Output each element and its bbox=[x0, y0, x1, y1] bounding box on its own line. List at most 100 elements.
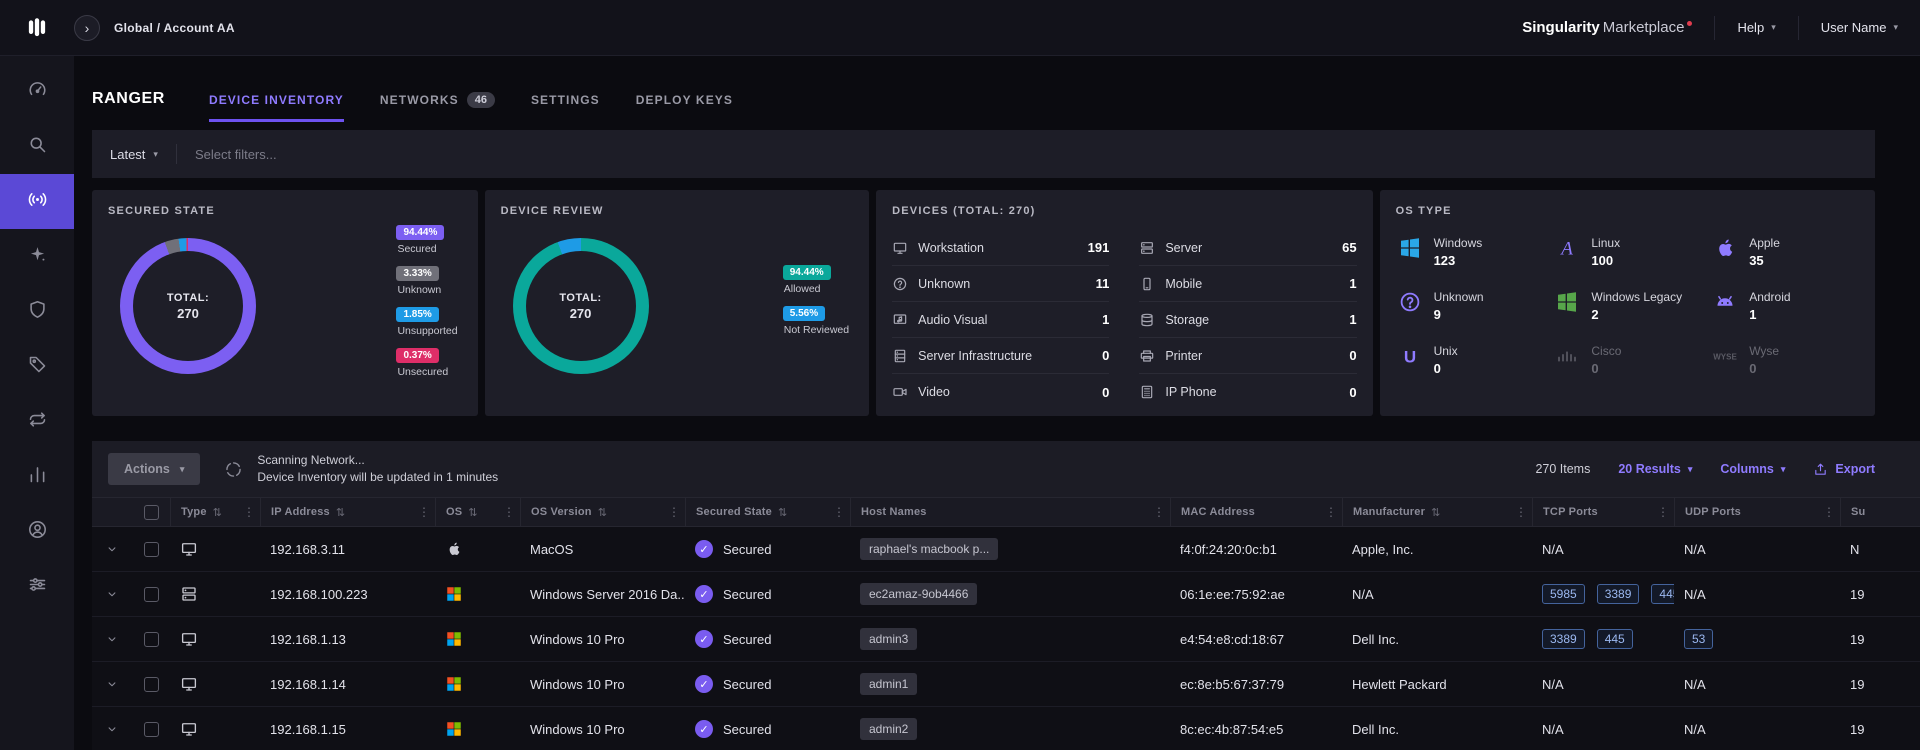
column-header-os[interactable]: OS⇅⋮ bbox=[435, 498, 520, 526]
page-header: RANGER DEVICE INVENTORYNETWORKS46SETTING… bbox=[92, 76, 1875, 122]
device-review-donut-chart[interactable]: TOTAL: 270 bbox=[513, 238, 649, 374]
column-header-udp-ports[interactable]: UDP Ports⋮ bbox=[1674, 498, 1840, 526]
table-row[interactable]: 192.168.1.13Windows 10 Pro✓Securedadmin3… bbox=[92, 617, 1920, 662]
os-type-unknown: Unknown9 bbox=[1398, 290, 1548, 322]
columns-dropdown[interactable]: Columns ▾ bbox=[1720, 462, 1785, 476]
sentinelone-logo-icon[interactable] bbox=[0, 15, 74, 41]
sort-icon[interactable]: ⇅ bbox=[336, 506, 345, 519]
tab-networks[interactable]: NETWORKS46 bbox=[380, 76, 495, 122]
row-checkbox[interactable] bbox=[144, 677, 159, 692]
column-header-ip-address[interactable]: IP Address⇅⋮ bbox=[260, 498, 435, 526]
sidebar-item-tags[interactable] bbox=[0, 339, 74, 394]
os-type-linux: ALinux100 bbox=[1555, 236, 1705, 268]
row-expand-chevron-icon[interactable] bbox=[105, 722, 119, 736]
column-menu-icon[interactable]: ⋮ bbox=[1823, 505, 1835, 519]
row-expand-chevron-icon[interactable] bbox=[105, 677, 119, 691]
windows-icon bbox=[1398, 236, 1422, 260]
tab-deploy-keys[interactable]: DEPLOY KEYS bbox=[636, 76, 733, 122]
row-checkbox[interactable] bbox=[144, 542, 159, 557]
sort-icon[interactable]: ⇅ bbox=[1431, 506, 1440, 519]
sidebar-item-reports[interactable] bbox=[0, 449, 74, 504]
export-button[interactable]: Export bbox=[1813, 462, 1875, 477]
sidebar-item-settings[interactable] bbox=[0, 559, 74, 614]
actions-button[interactable]: Actions ▾ bbox=[108, 453, 200, 485]
secured-check-icon: ✓ bbox=[695, 585, 713, 603]
chevron-down-icon: ▾ bbox=[1688, 465, 1693, 474]
sidebar-item-dashboard[interactable] bbox=[0, 64, 74, 119]
column-header-manufacturer[interactable]: Manufacturer⇅⋮ bbox=[1342, 498, 1532, 526]
version-dropdown[interactable]: Latest ▾ bbox=[110, 147, 158, 162]
filter-input[interactable] bbox=[195, 147, 1857, 162]
sidebar-item-automation[interactable] bbox=[0, 229, 74, 284]
column-menu-icon[interactable]: ⋮ bbox=[668, 505, 680, 519]
sort-icon[interactable]: ⇅ bbox=[778, 506, 787, 519]
row-expand-chevron-icon[interactable] bbox=[105, 632, 119, 646]
tab-settings[interactable]: SETTINGS bbox=[531, 76, 600, 122]
ip-address: 192.168.1.14 bbox=[260, 677, 435, 692]
table-row[interactable]: 192.168.100.223 Windows Server 2016 Da...… bbox=[92, 572, 1920, 617]
sidebar-item-search[interactable] bbox=[0, 119, 74, 174]
column-menu-icon[interactable]: ⋮ bbox=[1515, 505, 1527, 519]
manufacturer: Dell Inc. bbox=[1342, 722, 1532, 737]
select-all-checkbox[interactable] bbox=[144, 505, 159, 520]
column-header-secured-state[interactable]: Secured State⇅⋮ bbox=[685, 498, 850, 526]
os-type-unix: UUnix0 bbox=[1398, 344, 1548, 376]
sidebar-item-protection[interactable] bbox=[0, 284, 74, 339]
udp-ports: N/A bbox=[1674, 587, 1840, 602]
table-row[interactable]: 192.168.1.14Windows 10 Pro✓Securedadmin1… bbox=[92, 662, 1920, 707]
workstation-icon bbox=[892, 240, 908, 256]
row-checkbox[interactable] bbox=[144, 722, 159, 737]
device-type-row-workstation: Workstation191 bbox=[892, 230, 1109, 266]
sort-icon[interactable]: ⇅ bbox=[598, 506, 607, 519]
host-name-pill: ec2amaz-9ob4466 bbox=[860, 583, 977, 605]
scope-selector-button[interactable]: › bbox=[74, 15, 100, 41]
os-count: 123 bbox=[1434, 253, 1483, 268]
table-row[interactable]: 192.168.3.11MacOS✓Securedraphael's macbo… bbox=[92, 527, 1920, 572]
column-menu-icon[interactable]: ⋮ bbox=[833, 505, 845, 519]
column-header-type[interactable]: Type⇅⋮ bbox=[170, 498, 260, 526]
column-menu-icon[interactable]: ⋮ bbox=[1657, 505, 1669, 519]
sidebar-item-sync[interactable] bbox=[0, 394, 74, 449]
device-type-count: 0 bbox=[1349, 348, 1356, 363]
mac-address: 8c:ec:4b:87:54:e5 bbox=[1170, 722, 1342, 737]
video-icon bbox=[892, 384, 908, 400]
column-header-mac-address[interactable]: MAC Address⋮ bbox=[1170, 498, 1342, 526]
row-checkbox[interactable] bbox=[144, 587, 159, 602]
os-type-windows: Windows123 bbox=[1398, 236, 1548, 268]
topbar: › Global / Account AA Singularity Market… bbox=[0, 0, 1920, 56]
column-menu-icon[interactable]: ⋮ bbox=[1325, 505, 1337, 519]
sidebar-item-ranger[interactable] bbox=[0, 174, 74, 229]
sidebar-item-users[interactable] bbox=[0, 504, 74, 559]
os-version: Windows Server 2016 Da... bbox=[520, 587, 685, 602]
column-header-os-version[interactable]: OS Version⇅⋮ bbox=[520, 498, 685, 526]
svg-text:A: A bbox=[1560, 239, 1574, 260]
os-type-android: Android1 bbox=[1713, 290, 1863, 322]
table-row[interactable]: 192.168.1.15Windows 10 Pro✓Securedadmin2… bbox=[92, 707, 1920, 750]
column-header-su[interactable]: Su⋮ bbox=[1840, 498, 1920, 526]
user-menu[interactable]: User Name ▾ bbox=[1799, 0, 1920, 55]
column-menu-icon[interactable]: ⋮ bbox=[503, 505, 515, 519]
sort-icon[interactable]: ⇅ bbox=[213, 506, 222, 519]
udp-ports: N/A bbox=[1674, 677, 1840, 692]
results-per-page-dropdown[interactable]: 20 Results ▾ bbox=[1618, 462, 1692, 476]
breadcrumb[interactable]: Global / Account AA bbox=[114, 21, 235, 35]
help-menu[interactable]: Help ▾ bbox=[1715, 0, 1797, 55]
row-expand-chevron-icon[interactable] bbox=[105, 542, 119, 556]
os-type-cisco: Cisco0 bbox=[1555, 344, 1705, 376]
column-menu-icon[interactable]: ⋮ bbox=[418, 505, 430, 519]
column-header-host-names[interactable]: Host Names⋮ bbox=[850, 498, 1170, 526]
column-header-tcp-ports[interactable]: TCP Ports⋮ bbox=[1532, 498, 1674, 526]
sort-icon[interactable]: ⇅ bbox=[468, 506, 477, 519]
server-icon bbox=[1139, 240, 1155, 256]
secured-state-donut-chart[interactable]: TOTAL: 270 bbox=[120, 238, 256, 374]
os-count: 0 bbox=[1434, 361, 1458, 376]
overflow-cell: 19 bbox=[1840, 587, 1920, 602]
tab-device-inventory[interactable]: DEVICE INVENTORY bbox=[209, 76, 344, 122]
unknown-icon bbox=[892, 276, 908, 292]
legend-item-secured: 94.44%Secured bbox=[396, 222, 444, 263]
column-menu-icon[interactable]: ⋮ bbox=[243, 505, 255, 519]
row-expand-chevron-icon[interactable] bbox=[105, 587, 119, 601]
column-menu-icon[interactable]: ⋮ bbox=[1153, 505, 1165, 519]
row-checkbox[interactable] bbox=[144, 632, 159, 647]
ip-address: 192.168.100.223 bbox=[260, 587, 435, 602]
